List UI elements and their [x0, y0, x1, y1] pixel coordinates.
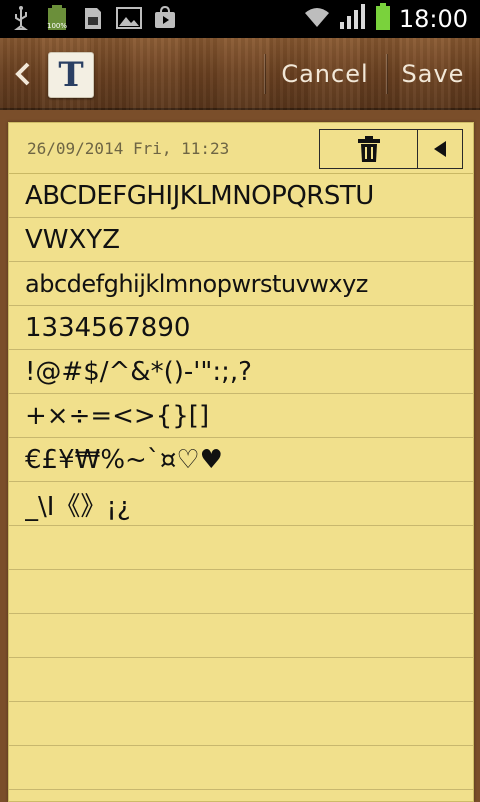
chevron-left-icon: [15, 62, 30, 86]
usb-icon: [8, 4, 34, 32]
note-line: ABCDEFGHIJKLMNOPQRSTU: [25, 181, 374, 211]
app-icon-glyph: T: [58, 55, 84, 95]
note-paper: 26/09/2014 Fri, 11:23 ABCDEFGHIJKLMNOPQR…: [8, 122, 474, 802]
cancel-button[interactable]: Cancel: [266, 38, 384, 110]
note-line: !@#$/^&*()-'":;,?: [25, 357, 252, 387]
note-actions: [319, 129, 463, 169]
notification-icons: 100%: [8, 4, 178, 32]
trash-icon: [357, 136, 380, 162]
battery-100-icon: 100%: [44, 4, 70, 32]
wifi-icon: [303, 5, 331, 33]
triangle-left-icon: [434, 141, 447, 157]
delete-button[interactable]: [320, 130, 419, 168]
signal-icon: [339, 4, 367, 34]
battery-icon: [375, 3, 391, 35]
clock: 18:00: [398, 5, 468, 33]
back-button[interactable]: [8, 56, 38, 92]
note-line: _\I《》¡¿: [25, 491, 131, 522]
note-line: €£¥₩%~`¤♡♥: [25, 445, 223, 475]
collapse-button[interactable]: [418, 130, 462, 168]
system-status: 18:00: [303, 0, 468, 38]
image-icon: [116, 4, 142, 32]
sd-card-icon: [80, 4, 106, 32]
divider: [386, 54, 387, 94]
text-app-icon[interactable]: T: [48, 52, 94, 98]
title-bar: T Cancel Save: [0, 38, 480, 110]
play-store-icon: [152, 4, 178, 32]
divider: [264, 54, 265, 94]
note-line: 1334567890: [25, 313, 191, 343]
note-line: abcdefghijklmnopwrstuvwxyz: [25, 270, 368, 298]
svg-text:100%: 100%: [47, 22, 67, 30]
status-bar: 100% 18:00: [0, 0, 480, 38]
save-button[interactable]: Save: [388, 38, 478, 110]
note-line: +×÷=<>{}[]: [25, 401, 210, 431]
note-body[interactable]: ABCDEFGHIJKLMNOPQRSTU VWXYZ abcdefghijkl…: [25, 174, 465, 526]
note-date: 26/09/2014 Fri, 11:23: [27, 139, 230, 158]
note-line: VWXYZ: [25, 225, 120, 255]
